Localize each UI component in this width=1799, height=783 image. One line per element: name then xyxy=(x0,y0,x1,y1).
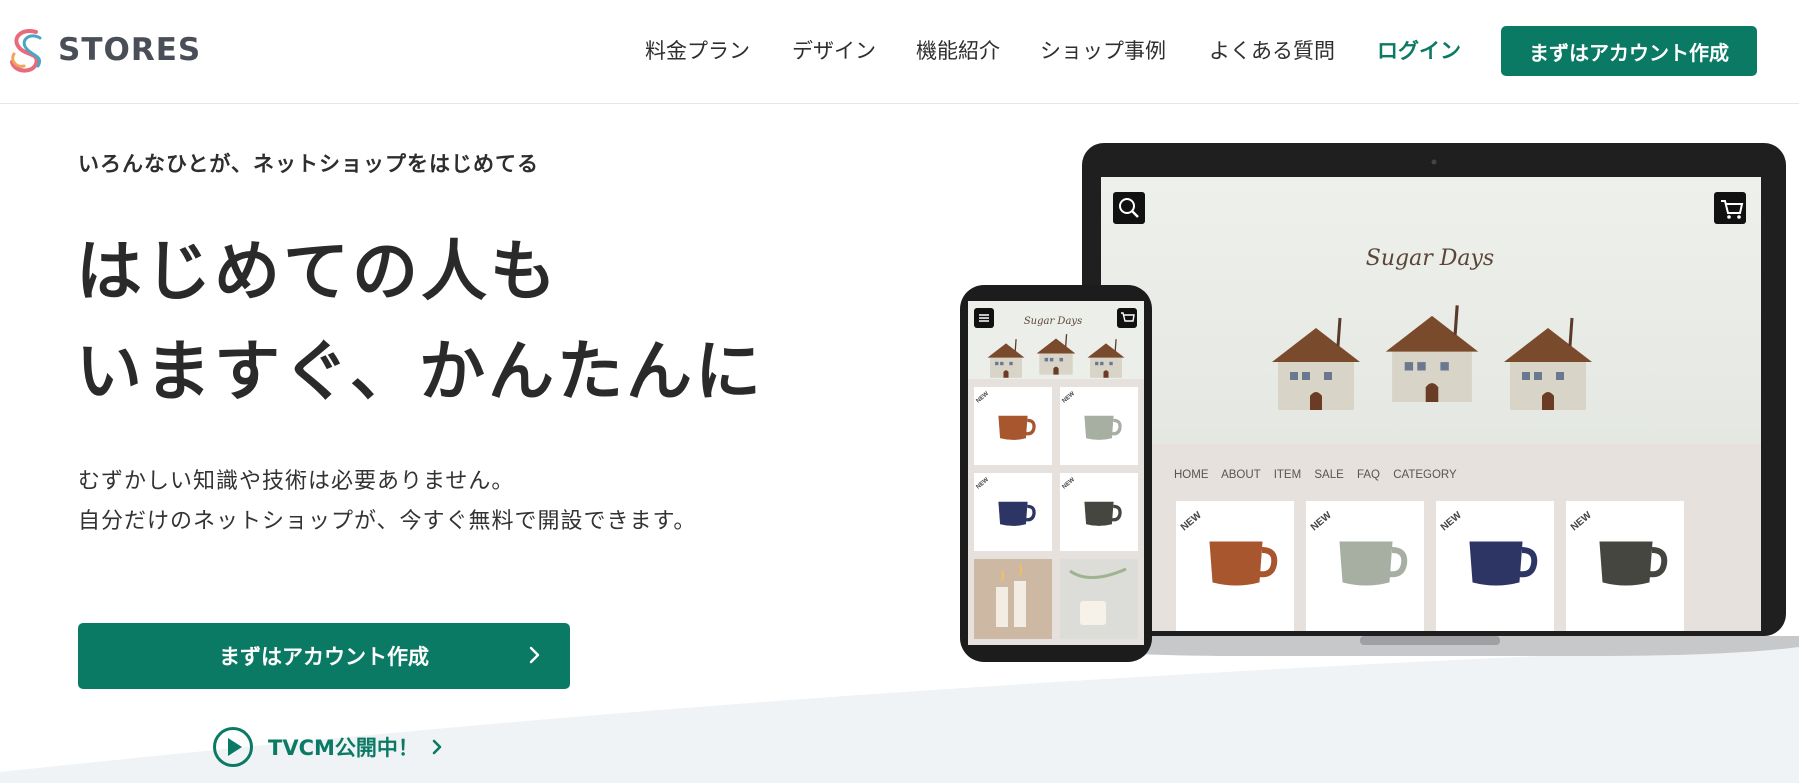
laptop-menu-faq: FAQ xyxy=(1357,469,1380,481)
laptop-shop-name: Sugar Days xyxy=(1366,246,1494,271)
tvcm-label: TVCM公開中！ xyxy=(268,736,419,760)
hero-headline-line-1: はじめての人も xyxy=(76,233,559,310)
nav-item-pricing[interactable]: 料金プラン xyxy=(645,34,750,68)
hero-description-line-2: 自分だけのネットショップが、今すぐ無料で開設できます。 xyxy=(78,509,697,534)
hero-description: むずかしい知識や技術は必要ありません。 自分だけのネットショップが、今すぐ無料で… xyxy=(78,462,696,542)
hero-description-line-1: むずかしい知識や技術は必要ありません。 xyxy=(78,469,515,494)
nav-item-faq[interactable]: よくある質問 xyxy=(1209,34,1335,68)
laptop-menu-item: ITEM xyxy=(1274,469,1301,481)
phone: Sugar Days NEW NEW NEW NEW xyxy=(960,285,1152,662)
device-mockup: Sugar Days HOME ABOUT ITEM SALE FAQ CATE… xyxy=(960,143,1799,662)
tvcm-link[interactable]: TVCM公開中！ xyxy=(212,726,447,768)
header-signup-button[interactable]: まずはアカウント作成 xyxy=(1501,26,1757,76)
nav-item-design[interactable]: デザイン xyxy=(792,34,876,68)
laptop: Sugar Days HOME ABOUT ITEM SALE FAQ CATE… xyxy=(1062,143,1799,656)
hero-headline: はじめての人も いますぐ、かんたんに xyxy=(76,222,764,422)
hero-signup-button[interactable]: まずはアカウント作成 xyxy=(78,623,570,689)
search-icon xyxy=(1113,192,1145,224)
nav-login-link[interactable]: ログイン xyxy=(1377,34,1461,68)
play-icon xyxy=(213,727,253,767)
laptop-menu-about: ABOUT xyxy=(1221,469,1261,481)
chevron-right-icon xyxy=(432,739,442,755)
nav-item-features[interactable]: 機能紹介 xyxy=(916,34,1000,68)
laptop-menu-sale: SALE xyxy=(1314,469,1344,481)
phone-shop-name: Sugar Days xyxy=(1024,316,1082,327)
hero-eyebrow: いろんなひとが、ネットショップをはじめてる xyxy=(78,152,539,176)
laptop-menu-category: CATEGORY xyxy=(1393,469,1457,481)
nav-item-case-studies[interactable]: ショップ事例 xyxy=(1040,34,1166,68)
hero-headline-line-2: いますぐ、かんたんに xyxy=(76,333,765,410)
laptop-menu-home: HOME xyxy=(1174,469,1209,481)
hero-signup-label: まずはアカウント作成 xyxy=(219,645,429,669)
chevron-right-icon xyxy=(529,646,540,664)
site-header: STORES 料金プラン デザイン 機能紹介 ショップ事例 よくある質問 ログイ… xyxy=(0,0,1799,104)
